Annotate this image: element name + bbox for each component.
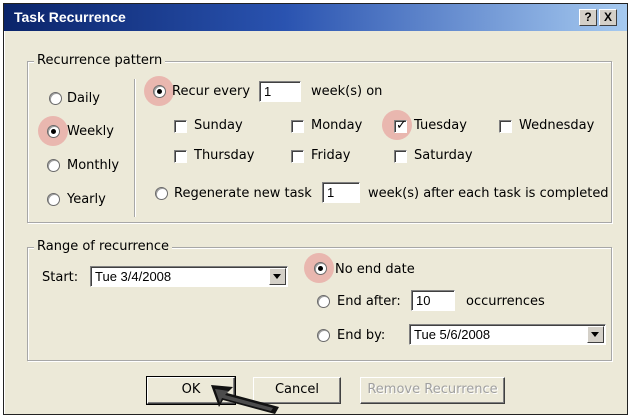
start-label: Start:: [42, 270, 79, 285]
yearly-label: Yearly: [67, 192, 106, 207]
monday-checkbox[interactable]: [291, 120, 304, 133]
end-after-input[interactable]: 10: [411, 290, 455, 311]
pattern-divider: [134, 79, 136, 217]
saturday-checkbox[interactable]: [394, 150, 407, 163]
friday-label: Friday: [311, 148, 351, 163]
monthly-radio[interactable]: [47, 159, 60, 172]
end-by-radio[interactable]: [317, 329, 330, 342]
checkmark-icon: ✓: [396, 118, 407, 133]
tuesday-label: Tuesday: [414, 118, 467, 133]
end-after-radio[interactable]: [317, 295, 330, 308]
recurrence-pattern-legend: Recurrence pattern: [34, 53, 166, 69]
wednesday-label: Wednesday: [519, 118, 595, 133]
monthly-label: Monthly: [67, 158, 120, 173]
end-by-combo[interactable]: Tue 5/6/2008: [409, 324, 606, 345]
daily-radio[interactable]: [49, 92, 62, 105]
monday-label: Monday: [311, 118, 363, 133]
close-button[interactable]: X: [599, 9, 617, 26]
help-button[interactable]: ?: [579, 9, 597, 26]
end-after-label: End after:: [337, 294, 401, 309]
chevron-down-icon[interactable]: [269, 268, 286, 285]
sunday-checkbox[interactable]: [174, 120, 187, 133]
start-date-value: Tue 3/4/2008: [95, 269, 172, 284]
tuesday-checkbox[interactable]: ✓: [394, 118, 407, 133]
recur-every-input[interactable]: 1: [259, 81, 301, 102]
wednesday-checkbox[interactable]: [499, 120, 512, 133]
remove-recurrence-button[interactable]: Remove Recurrence: [360, 377, 505, 404]
thursday-checkbox[interactable]: [174, 150, 187, 163]
range-of-recurrence-legend: Range of recurrence: [34, 239, 172, 255]
friday-checkbox[interactable]: [291, 150, 304, 163]
end-by-value: Tue 5/6/2008: [414, 327, 491, 342]
weekly-label: Weekly: [67, 124, 114, 139]
no-end-date-radio[interactable]: [314, 262, 327, 275]
regenerate-suffix: week(s) after each task is completed: [368, 186, 609, 201]
saturday-label: Saturday: [414, 148, 473, 163]
yearly-radio[interactable]: [47, 193, 60, 206]
dialog-title: Task Recurrence: [14, 9, 126, 25]
end-after-suffix: occurrences: [466, 294, 545, 309]
start-date-combo[interactable]: Tue 3/4/2008: [90, 266, 288, 287]
chevron-down-icon[interactable]: [587, 326, 604, 343]
regenerate-label: Regenerate new task: [174, 186, 312, 201]
weekly-radio[interactable]: [47, 125, 60, 138]
regenerate-input[interactable]: 1: [322, 182, 360, 203]
no-end-date-label: No end date: [335, 262, 415, 277]
thursday-label: Thursday: [194, 148, 255, 163]
recur-every-radio[interactable]: [153, 85, 166, 98]
recur-every-suffix: week(s) on: [311, 84, 383, 99]
daily-label: Daily: [67, 91, 100, 106]
end-by-label: End by:: [337, 328, 386, 343]
recur-every-label: Recur every: [172, 84, 251, 99]
regenerate-radio[interactable]: [155, 187, 168, 200]
pointer-arrow-icon: [211, 385, 279, 414]
title-bar[interactable]: Task Recurrence ? X: [4, 4, 627, 31]
task-recurrence-dialog: Task Recurrence ? X Recurrence pattern D…: [3, 3, 628, 415]
sunday-label: Sunday: [194, 118, 243, 133]
